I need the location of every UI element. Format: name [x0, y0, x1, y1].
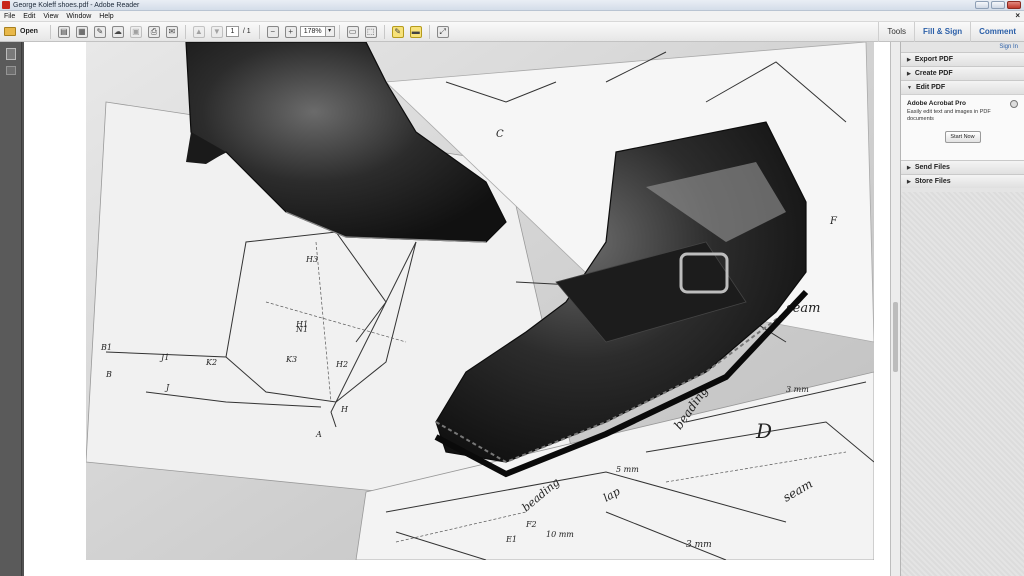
fullscreen-icon[interactable]: ⤢ [436, 25, 449, 38]
menu-bar: File Edit View Window Help × [0, 11, 1024, 22]
menu-help[interactable]: Help [95, 13, 117, 20]
pattern-label-f2: F2 [525, 520, 537, 529]
store-files-label: Store Files [914, 177, 951, 185]
pattern-label-k2: K2 [205, 358, 217, 367]
page-number-input[interactable]: 1 [225, 26, 239, 37]
fit-width-icon[interactable]: ⬚ [364, 25, 377, 38]
window-title: George Koleff shoes.pdf - Adobe Reader [13, 1, 140, 9]
shoe-photograph: seam beading D seam lap beading 5 mm 3 m… [86, 42, 874, 560]
close-document-button[interactable]: × [1015, 11, 1020, 20]
pattern-label-n1: N1 [295, 325, 308, 334]
adobe-reader-icon [2, 1, 10, 9]
pattern-label-b1: B1 [100, 343, 112, 352]
expanded-arrow-icon: ▼ [907, 84, 912, 91]
pattern-label-f: F [829, 216, 838, 227]
panel-background [901, 192, 1024, 576]
acrobat-pro-icon [1010, 100, 1018, 108]
menu-edit[interactable]: Edit [19, 13, 39, 20]
pattern-label-10mm: 10 mm [546, 530, 574, 539]
tab-fill-sign[interactable]: Fill & Sign [914, 22, 970, 42]
toolbar-divider [184, 24, 186, 39]
export-pdf-section[interactable]: ▶ Export PDF [901, 52, 1024, 66]
menu-window[interactable]: Window [62, 13, 95, 20]
create-pdf-section[interactable]: ▶ Create PDF [901, 66, 1024, 80]
attachments-icon[interactable] [5, 66, 16, 75]
page-thumbnails-icon[interactable] [5, 48, 16, 60]
toolbar: Open ▤ ▦ ✎ ☁ ▣ ⎙ ✉ ▲ ▼ 1 / 1 − + 178% ▾ … [0, 22, 1024, 42]
toolbar-panels: Tools Fill & Sign Comment [878, 22, 1024, 42]
pattern-label-3mm: 3 mm [786, 385, 809, 394]
email-icon[interactable]: ✉ [165, 25, 178, 38]
navigation-pane [0, 42, 22, 576]
vertical-scrollbar[interactable] [890, 42, 900, 576]
tab-comment[interactable]: Comment [970, 22, 1024, 42]
pattern-label-d: D [755, 419, 772, 443]
edit-pdf-body: Adobe Acrobat Pro Easily edit text and i… [901, 94, 1024, 160]
toolbar-divider [383, 24, 385, 39]
pattern-label-j1: J1 [159, 353, 169, 362]
pattern-label-k3: K3 [285, 355, 297, 364]
toolbar-divider [428, 24, 430, 39]
document-viewer[interactable]: seam beading D seam lap beading 5 mm 3 m… [22, 42, 890, 576]
pattern-label-h2: H2 [335, 360, 348, 369]
open-label: Open [20, 28, 38, 35]
toolbar-divider [49, 24, 51, 39]
scrollbar-thumb[interactable] [893, 302, 898, 372]
pattern-label-3mm-2: 3 mm [686, 540, 712, 550]
title-bar: George Koleff shoes.pdf - Adobe Reader [0, 0, 1024, 11]
task-pane: Sign In ▶ Export PDF ▶ Create PDF ▼ Edit… [900, 42, 1024, 576]
create-pdf-icon[interactable]: ▤ [57, 25, 70, 38]
folder-icon [4, 27, 16, 36]
close-window-button[interactable] [1007, 1, 1021, 9]
create-pdf-label: Create PDF [914, 69, 953, 77]
pattern-label-h3: H3 [305, 255, 318, 264]
collapsed-arrow-icon: ▶ [907, 56, 911, 63]
pattern-label-h: H [340, 405, 349, 414]
sign-in-link[interactable]: Sign In [901, 42, 1024, 52]
fit-page-icon[interactable]: ▭ [346, 25, 359, 38]
zoom-out-icon[interactable]: − [266, 25, 279, 38]
collapsed-arrow-icon: ▶ [907, 70, 911, 77]
collapsed-arrow-icon: ▶ [907, 164, 911, 171]
zoom-level-input[interactable]: 178% [299, 26, 326, 37]
pdf-page: seam beading D seam lap beading 5 mm 3 m… [24, 42, 890, 576]
window-controls [975, 1, 1021, 9]
store-files-section[interactable]: ▶ Store Files [901, 174, 1024, 188]
send-files-label: Send Files [914, 163, 950, 171]
toolbar-divider [338, 24, 340, 39]
acrobat-pro-description: Easily edit text and images in PDF docum… [907, 109, 991, 122]
pattern-label-5mm: 5 mm [616, 465, 639, 474]
open-button[interactable]: Open [4, 27, 38, 36]
save-icon[interactable]: ▣ [129, 25, 142, 38]
next-page-icon[interactable]: ▼ [210, 25, 223, 38]
pattern-label-e1: E1 [505, 535, 517, 544]
organize-icon[interactable]: ▦ [75, 25, 88, 38]
pattern-label-a: A [315, 430, 322, 439]
print-icon[interactable]: ⎙ [147, 25, 160, 38]
page-count: / 1 [242, 28, 251, 35]
comment-icon[interactable]: ✎ [391, 25, 404, 38]
menu-view[interactable]: View [39, 13, 62, 20]
zoom-dropdown-button[interactable]: ▾ [325, 26, 335, 37]
acrobat-pro-title: Adobe Acrobat Pro [907, 100, 966, 107]
cloud-icon[interactable]: ☁ [111, 25, 124, 38]
edit-pdf-label: Edit PDF [915, 83, 946, 91]
edit-pdf-section[interactable]: ▼ Edit PDF [901, 80, 1024, 94]
restore-button[interactable] [991, 1, 1005, 9]
edit-icon[interactable]: ✎ [93, 25, 106, 38]
minimize-button[interactable] [975, 1, 989, 9]
menu-file[interactable]: File [0, 13, 19, 20]
send-files-section[interactable]: ▶ Send Files [901, 160, 1024, 174]
prev-page-icon[interactable]: ▲ [192, 25, 205, 38]
pattern-label-b: B [105, 370, 112, 379]
zoom-in-icon[interactable]: + [284, 25, 297, 38]
start-now-button[interactable]: Start Now [944, 131, 981, 143]
toolbar-divider [258, 24, 260, 39]
tab-tools[interactable]: Tools [878, 22, 914, 42]
highlight-icon[interactable]: ▬ [409, 25, 422, 38]
collapsed-arrow-icon: ▶ [907, 178, 911, 185]
export-pdf-label: Export PDF [914, 55, 953, 63]
pattern-label-c: C [496, 129, 504, 140]
